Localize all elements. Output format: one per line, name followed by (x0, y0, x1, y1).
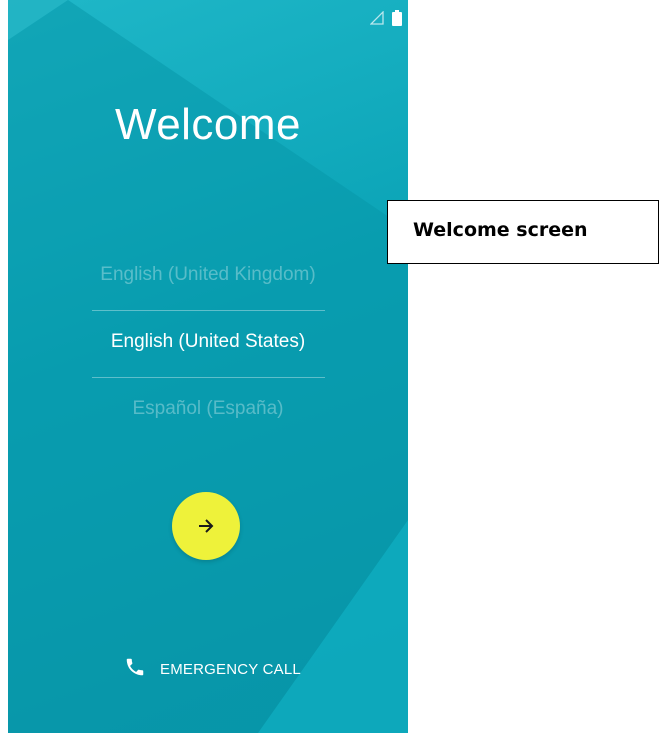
status-bar (370, 10, 402, 26)
callout-box: Welcome screen (387, 200, 659, 264)
phone-screen: Welcome English (United Kingdom) English… (8, 0, 408, 733)
language-option-en-us[interactable]: English (United States) (8, 311, 408, 377)
callout-text: Welcome screen (413, 219, 588, 241)
phone-icon (124, 656, 146, 683)
language-option-en-gb[interactable]: English (United Kingdom) (8, 244, 408, 310)
next-button[interactable] (172, 492, 240, 560)
arrow-right-icon (196, 516, 216, 536)
emergency-call-button[interactable]: EMERGENCY CALL (124, 656, 301, 683)
battery-icon (392, 10, 402, 26)
page-title: Welcome (114, 100, 302, 149)
emergency-call-label: EMERGENCY CALL (160, 661, 301, 678)
signal-icon (370, 11, 384, 25)
language-option-es-es[interactable]: Español (España) (8, 378, 408, 444)
language-list[interactable]: English (United Kingdom) English (United… (8, 244, 408, 444)
